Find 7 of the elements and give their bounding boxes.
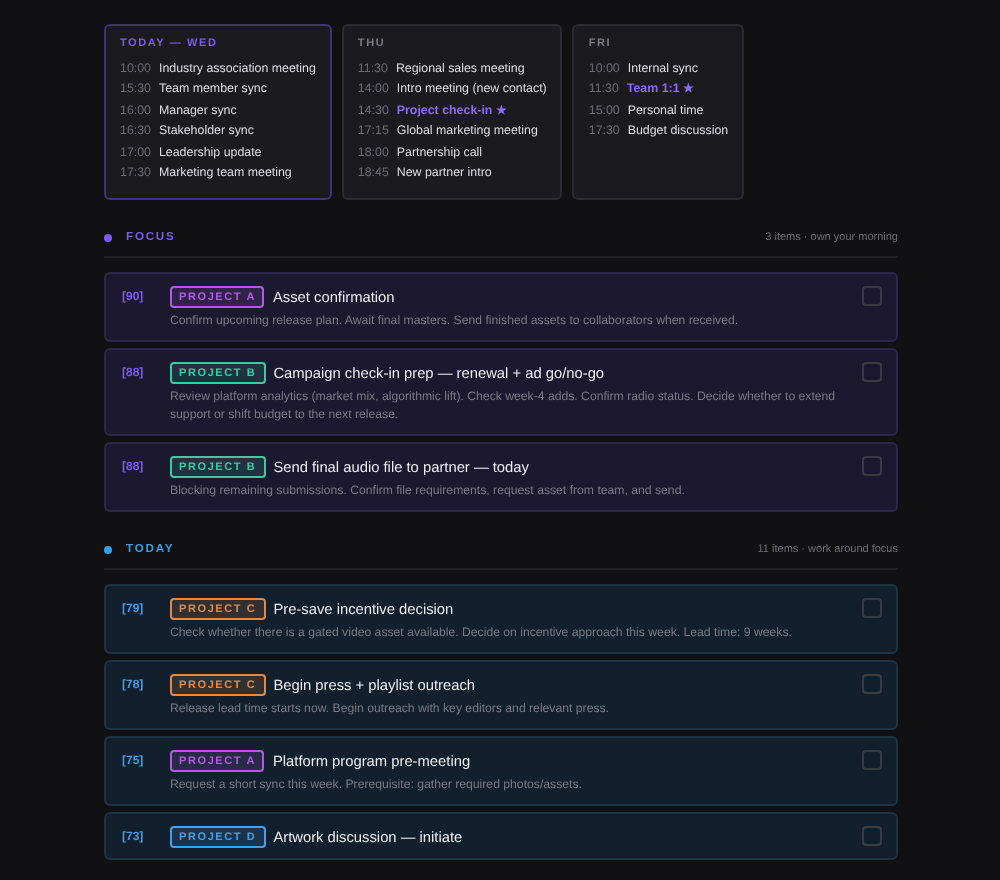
task-checkbox[interactable] [862, 286, 882, 306]
task-checkbox[interactable] [862, 456, 882, 476]
task-checkbox[interactable] [862, 674, 882, 694]
task-checkbox[interactable] [862, 826, 882, 846]
task-checkbox[interactable] [862, 362, 882, 382]
task-checkbox[interactable] [862, 598, 882, 618]
task-checkbox[interactable] [862, 750, 882, 770]
